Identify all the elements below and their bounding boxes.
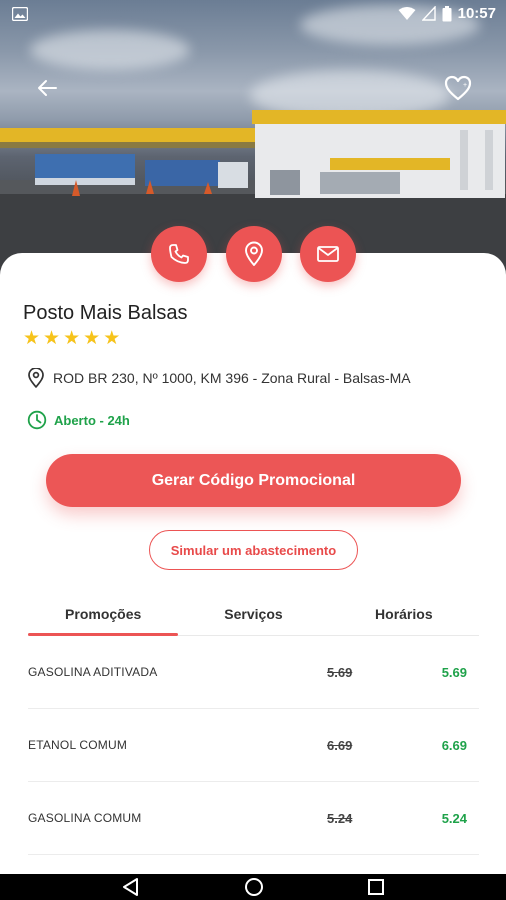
- map-button[interactable]: [226, 226, 282, 282]
- signal-icon: [421, 6, 436, 21]
- arrow-left-icon: [38, 80, 57, 96]
- star-icon: ★: [103, 328, 121, 349]
- promotions-list: GASOLINA ADITIVADA 5.69 5.69 ETANOL COMU…: [28, 636, 479, 855]
- star-icon: ★: [43, 328, 61, 349]
- wifi-icon: [398, 6, 416, 20]
- star-icon: ★: [63, 328, 81, 349]
- station-address: ROD BR 230, Nº 1000, KM 396 - Zona Rural…: [27, 368, 411, 388]
- image-notification-icon: [12, 7, 28, 21]
- generate-promo-code-button[interactable]: Gerar Código Promocional: [46, 454, 461, 507]
- fuel-name: ETANOL COMUM: [28, 738, 128, 752]
- star-icon: ★: [83, 328, 101, 349]
- list-item[interactable]: GASOLINA ADITIVADA 5.69 5.69: [28, 636, 479, 709]
- battery-icon: [442, 5, 452, 21]
- status-time: 10:57: [457, 5, 496, 22]
- old-price: 5.69: [327, 664, 353, 680]
- opening-hours: Aberto - 24h: [27, 410, 130, 430]
- nav-back-icon[interactable]: [121, 877, 141, 897]
- tab-horarios[interactable]: Horários: [329, 596, 479, 635]
- back-button[interactable]: [30, 70, 66, 106]
- station-name: Posto Mais Balsas: [23, 302, 188, 324]
- nav-home-icon[interactable]: [244, 877, 264, 897]
- star-icon: ★: [23, 328, 41, 349]
- favorite-button[interactable]: +: [440, 70, 476, 106]
- fuel-name: GASOLINA COMUM: [28, 811, 142, 825]
- old-price: 6.69: [327, 737, 353, 753]
- promo-price: 5.69: [441, 664, 467, 680]
- fuel-name: GASOLINA ADITIVADA: [28, 665, 158, 679]
- mail-icon: [317, 246, 339, 262]
- call-button[interactable]: [151, 226, 207, 282]
- nav-recents-icon[interactable]: [367, 878, 385, 896]
- location-pin-icon: [245, 241, 263, 266]
- old-price: 5.24: [327, 810, 353, 826]
- list-item[interactable]: ETANOL COMUM 6.69 6.69: [28, 709, 479, 782]
- promo-price: 5.24: [441, 810, 467, 826]
- tab-promocoes[interactable]: Promoções: [28, 596, 179, 636]
- svg-text:+: +: [463, 82, 467, 89]
- email-button[interactable]: [300, 226, 356, 282]
- location-outline-icon: [28, 368, 44, 388]
- tab-bar: Promoções Serviços Horários: [28, 596, 479, 636]
- system-navigation-bar: [0, 874, 506, 900]
- hours-text: Aberto - 24h: [54, 412, 130, 428]
- clock-icon: [27, 410, 47, 430]
- heart-icon: +: [444, 75, 472, 101]
- rating-stars: ★ ★ ★ ★ ★: [23, 329, 120, 348]
- simulate-refuel-button[interactable]: Simular um abastecimento: [149, 530, 358, 570]
- tab-servicos[interactable]: Serviços: [178, 596, 328, 635]
- status-bar: 10:57: [0, 0, 506, 30]
- promo-price: 6.69: [441, 737, 467, 753]
- address-text: ROD BR 230, Nº 1000, KM 396 - Zona Rural…: [53, 370, 411, 386]
- phone-icon: [169, 244, 189, 264]
- list-item[interactable]: GASOLINA COMUM 5.24 5.24: [28, 782, 479, 855]
